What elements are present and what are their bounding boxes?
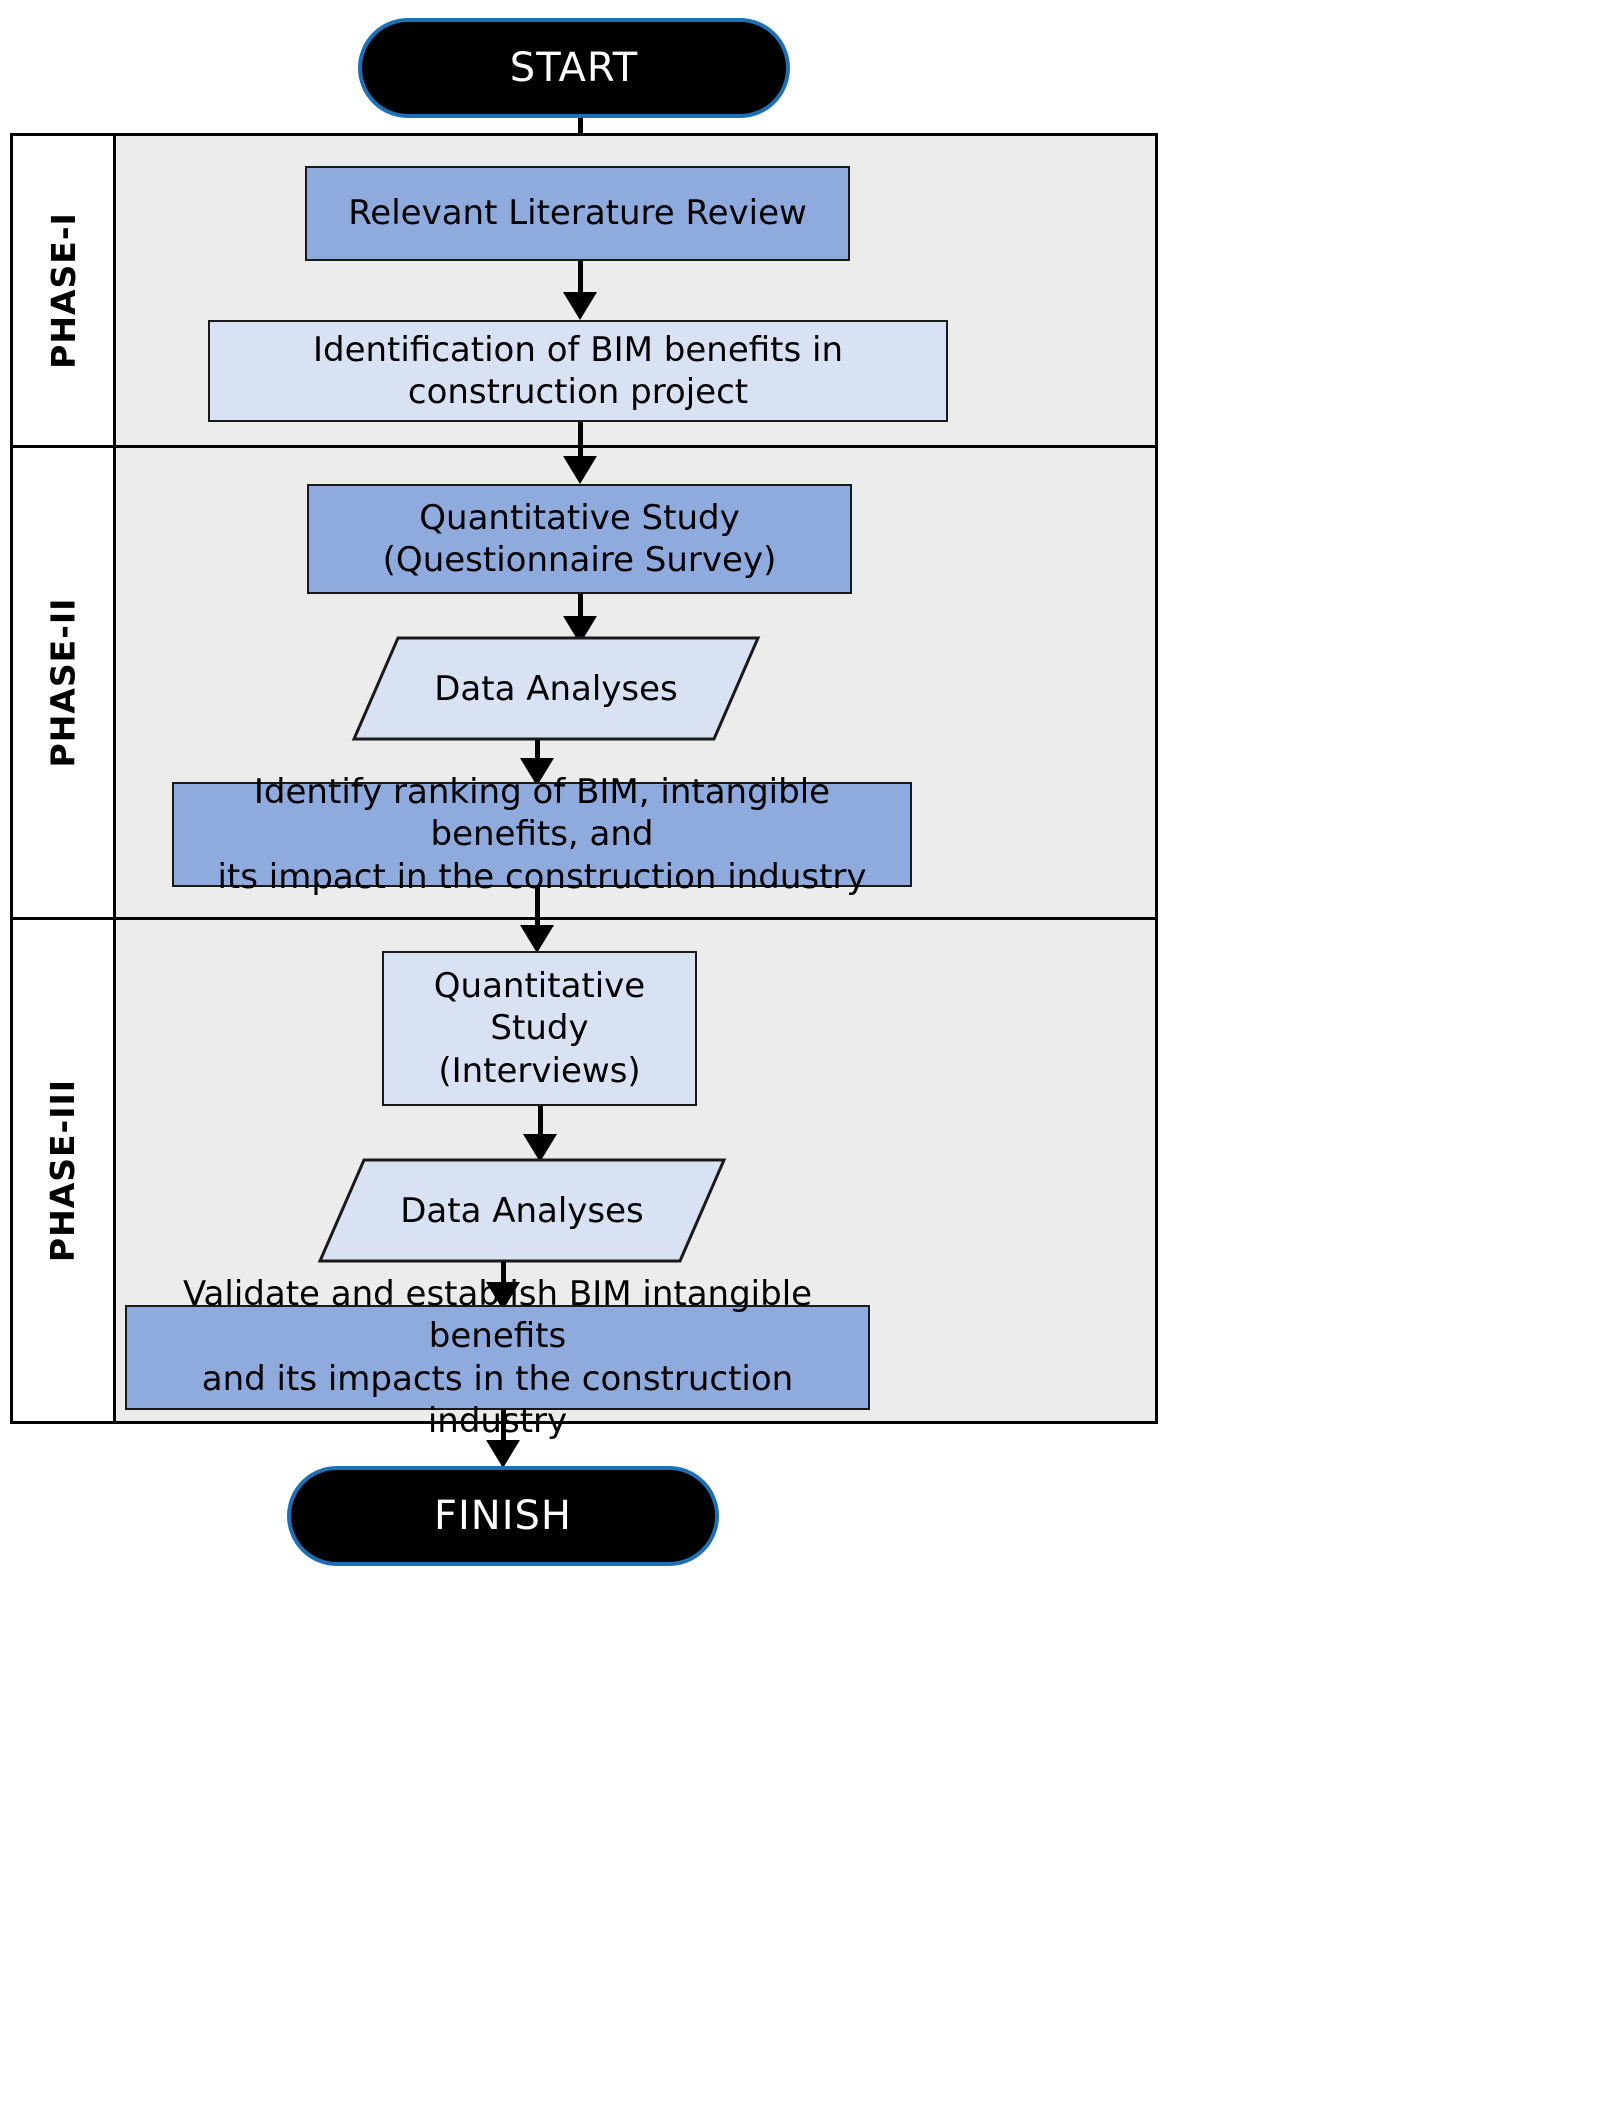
node-data-analyses-phase-2: Data Analyses bbox=[351, 636, 761, 741]
node-label-line-1: Quantitative Study bbox=[433, 965, 646, 1049]
node-label-line-1: Identify ranking of BIM, intangible bene… bbox=[253, 771, 831, 855]
connector-literature-to-identification bbox=[553, 261, 607, 320]
phase-label-3: PHASE-III bbox=[43, 1078, 83, 1263]
start-terminator: START bbox=[358, 18, 790, 118]
phase-label-cell-2: PHASE-II bbox=[13, 448, 113, 917]
node-label: Identification of BIM benefits in constr… bbox=[312, 329, 844, 413]
phase-label-cell-1: PHASE-I bbox=[13, 136, 113, 445]
phase-label-2: PHASE-II bbox=[43, 597, 83, 768]
node-data-analyses-phase-3: Data Analyses bbox=[317, 1158, 727, 1263]
connector-interviews-to-data-analyses-3 bbox=[513, 1106, 567, 1162]
node-identify-ranking-of-bim: Identify ranking of BIM, intangible bene… bbox=[172, 772, 912, 897]
phase-label-cell-3: PHASE-III bbox=[13, 920, 113, 1421]
node-quantitative-study-interviews: Quantitative Study (Interviews) bbox=[382, 951, 697, 1106]
node-label-line-1: Validate and establish BIM intangible be… bbox=[182, 1273, 813, 1357]
phase-label-1: PHASE-I bbox=[43, 212, 83, 369]
connector-identify-ranking-to-interviews bbox=[510, 887, 564, 953]
start-label: START bbox=[509, 45, 639, 91]
node-label: Data Analyses bbox=[400, 1190, 644, 1231]
node-identification-of-bim-benefits: Identification of BIM benefits in constr… bbox=[208, 320, 948, 422]
node-relevant-literature-review: Relevant Literature Review bbox=[305, 166, 850, 261]
finish-label: FINISH bbox=[434, 1493, 572, 1539]
node-label: Data Analyses bbox=[434, 668, 678, 709]
connector-identification-to-quantitative-survey bbox=[553, 422, 607, 484]
node-label-line-2: (Interviews) bbox=[438, 1050, 641, 1091]
node-validate-and-establish-bim: Validate and establish BIM intangible be… bbox=[125, 1274, 870, 1441]
node-quantitative-study-questionnaire: Quantitative Study (Questionnaire Survey… bbox=[307, 484, 852, 594]
finish-terminator: FINISH bbox=[287, 1466, 719, 1566]
node-label-line-1: Quantitative Study bbox=[419, 497, 740, 538]
node-label-line-2: (Questionnaire Survey) bbox=[382, 540, 777, 580]
connector-validate-to-finish bbox=[476, 1410, 530, 1468]
node-label: Relevant Literature Review bbox=[348, 193, 807, 234]
flowchart-canvas: START PHASE-I PHASE-II PHASE-III Relevan… bbox=[0, 0, 1600, 2126]
